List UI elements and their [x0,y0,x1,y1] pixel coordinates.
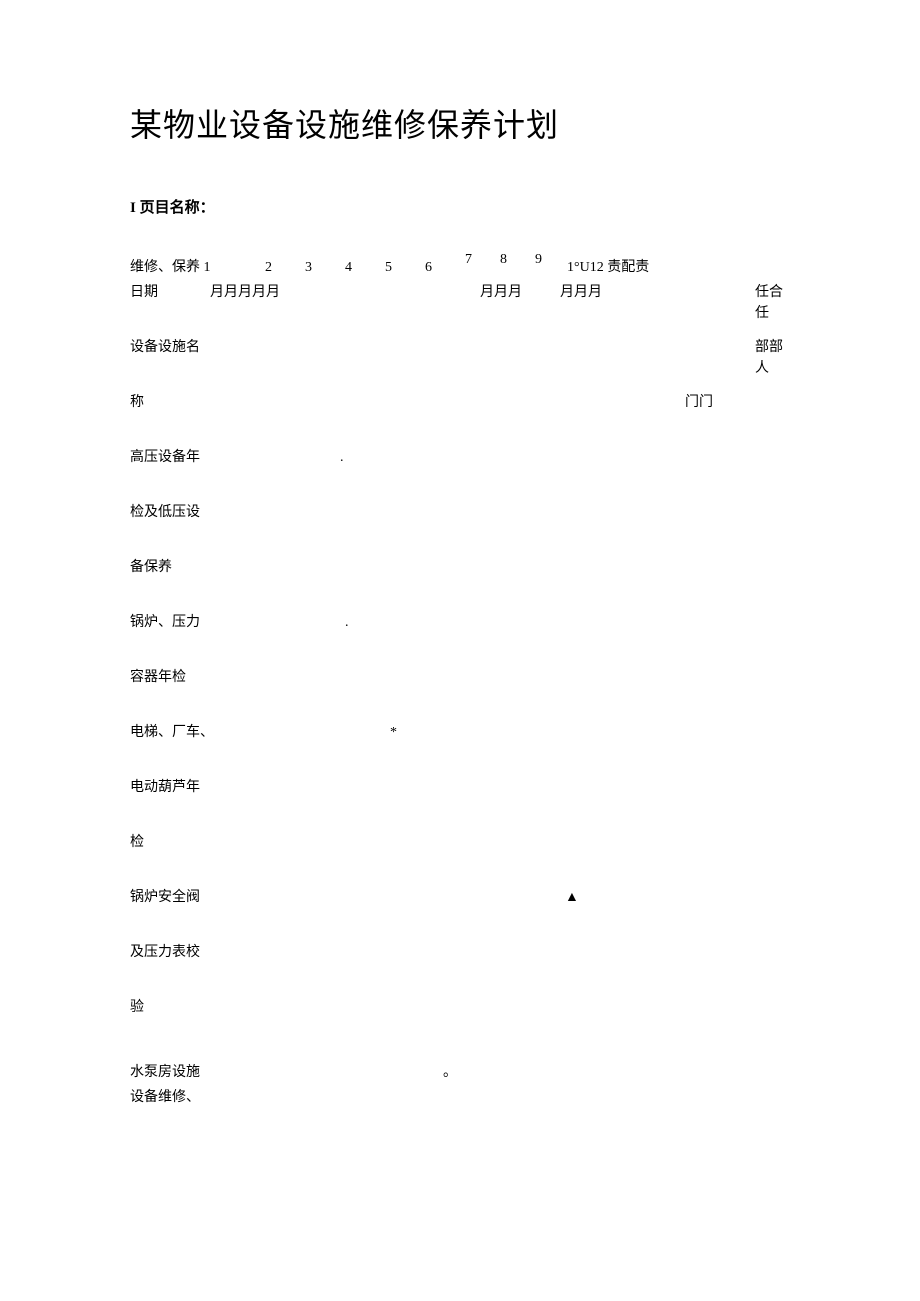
row-label: 电梯、厂车、 [130,722,214,743]
table-row: 高压设备年 . [130,447,790,472]
table-row: 检 [130,832,790,857]
col-num-3: 3 [305,257,312,278]
col-num-6: 6 [425,257,432,278]
row-mark: . [340,447,344,468]
row-label: 检 [130,832,144,853]
right-suffix-1: 任合任 [755,282,790,324]
row-label: 锅炉、压力 [130,612,200,633]
right-suffix-2: 部部人 [755,337,790,379]
table-row: 验 [130,997,790,1022]
table-row: 水泵房设施 。 [130,1062,790,1087]
table-row: 容器年检 [130,667,790,692]
mid-right-text: 门门 [685,392,713,413]
header-row-1: 维修、保养 1 2 3 4 5 6 7 8 9 1°U12 责配责 [130,257,790,282]
row-label: 高压设备年 [130,447,200,468]
row-mark: * [390,722,397,743]
project-name-label: I 页目名称： [130,196,790,217]
table-row: 备保养 [130,557,790,582]
table-row: 设备维修、 [130,1087,790,1112]
col-num-8: 8 [500,249,507,270]
row-label: 备保养 [130,557,172,578]
months-2: 月月月 [480,282,522,303]
row-label: 及压力表校 [130,942,200,963]
row-label: 电动葫芦年 [130,777,200,798]
months-1: 月月月月月 [210,282,280,303]
col-num-7: 7 [465,249,472,270]
triangle-icon: ▲ [565,887,579,908]
date-label: 日期 [130,282,158,303]
months-3: 月月月 [560,282,602,303]
col-num-2: 2 [265,257,272,278]
row-label: 锅炉安全阀 [130,887,200,908]
col-num-5: 5 [385,257,392,278]
maintenance-label: 维修、保养 1 [130,257,211,278]
table-row: 电梯、厂车、 * [130,722,790,747]
row-label: 验 [130,997,144,1018]
document-title: 某物业设备设施维修保养计划 [130,100,790,146]
header-row-2: 日期 月月月月月 月月月 月月月 任合任 [130,282,790,307]
table-row: 及压力表校 [130,942,790,967]
equip-name-label: 设备设施名 [130,337,200,358]
table-row: 电动葫芦年 [130,777,790,802]
table-row: 检及低压设 [130,502,790,527]
table-row: 锅炉、压力 . [130,612,790,637]
col-num-9: 9 [535,249,542,270]
row-label: 水泵房设施 [130,1062,200,1083]
col-right-text: 1°U12 责配责 [567,257,649,278]
col-num-4: 4 [345,257,352,278]
equip-name-row: 设备设施名 部部人 [130,337,790,362]
row-label: 设备维修、 [130,1087,200,1108]
name-suffix-row: 称 门门 [130,392,790,417]
row-label: 容器年检 [130,667,186,688]
schedule-table: 维修、保养 1 2 3 4 5 6 7 8 9 1°U12 责配责 日期 月月月… [130,257,790,1112]
row-label: 检及低压设 [130,502,200,523]
name-suffix-label: 称 [130,392,144,413]
row-mark: . [345,612,349,633]
row-mark: 。 [443,1062,457,1083]
table-row: 锅炉安全阀 ▲ [130,887,790,912]
